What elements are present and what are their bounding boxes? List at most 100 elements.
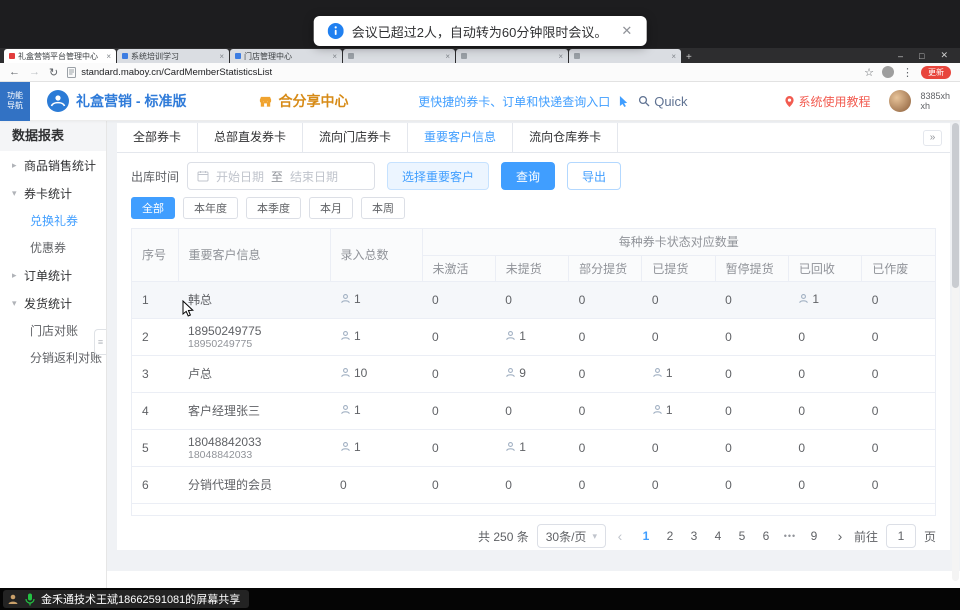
cell-status-voided: 0 xyxy=(862,503,935,516)
tab-warehouse-flow-cards[interactable]: 流向仓库券卡 xyxy=(513,123,618,152)
tab-important-customers[interactable]: 重要客户信息 xyxy=(408,123,513,152)
tab-close-icon[interactable]: × xyxy=(558,52,563,61)
scrollbar-thumb[interactable] xyxy=(952,123,959,288)
sidebar-item-exchange-coupon[interactable]: 兑换礼券 xyxy=(0,207,106,234)
status-count-link[interactable]: 1 xyxy=(652,366,673,380)
pager-page[interactable]: 4 xyxy=(708,529,728,543)
tab-close-icon[interactable]: × xyxy=(106,52,111,61)
window-minimize-button[interactable]: – xyxy=(898,51,903,61)
tab-close-icon[interactable]: × xyxy=(219,52,224,61)
browser-profile-avatar[interactable] xyxy=(882,66,894,78)
pager-page[interactable]: 2 xyxy=(660,529,680,543)
sidebar-item-store-reconciliation[interactable]: 门店对账 xyxy=(0,317,106,344)
header-right: 更快捷的券卡、订单和快递查询入口 Quick 系统使用教程 8385xh xh xyxy=(418,90,960,112)
refresh-icon[interactable]: ↻ xyxy=(49,66,58,79)
browser-update-button[interactable]: 更新 xyxy=(921,66,951,79)
export-button[interactable]: 导出 xyxy=(567,162,621,190)
tutorial-link[interactable]: 系统使用教程 xyxy=(784,93,870,110)
sidebar-item-shipping-stats[interactable]: ▾ 发货统计 xyxy=(0,289,106,317)
quick-filter-all[interactable]: 全部 xyxy=(131,197,175,219)
sidebar-item-card-stats[interactable]: ▾ 券卡统计 xyxy=(0,179,106,207)
prev-page-button[interactable]: ‹ xyxy=(614,528,626,544)
page-size-select[interactable]: 30条/页 ▾ xyxy=(537,524,606,548)
user-name[interactable]: 8385xh xh xyxy=(920,91,950,111)
cell-status-recycled: 1 xyxy=(788,281,861,318)
content-tabs: 全部券卡 总部直发券卡 流向门店券卡 重要客户信息 流向仓库券卡 » xyxy=(117,123,950,153)
status-count-link[interactable]: 1 xyxy=(652,514,673,516)
tab-all-cards[interactable]: 全部券卡 xyxy=(117,123,198,152)
screen-share-text: 金禾通技术王斌18662591081的屏幕共享 xyxy=(41,591,240,607)
collapse-panel-icon[interactable]: » xyxy=(923,130,942,146)
search-button[interactable]: 查询 xyxy=(501,162,555,190)
browser-tab[interactable]: × xyxy=(343,49,455,63)
quick-entry-link[interactable]: 更快捷的券卡、订单和快递查询入口 xyxy=(418,93,610,110)
date-range-input[interactable]: 开始日期 至 结束日期 xyxy=(187,162,375,190)
status-count-link[interactable]: 1 xyxy=(340,403,361,417)
window-close-button[interactable]: ✕ xyxy=(940,50,948,61)
function-nav-toggle[interactable]: 功能 导航 xyxy=(0,82,30,121)
app-title: 礼盒营销 - 标准版 xyxy=(76,91,186,111)
sidebar-item-product-sales-stats[interactable]: ▸ 商品销售统计 xyxy=(0,151,106,179)
status-count-link[interactable]: 1 xyxy=(505,329,526,343)
sidebar-item-distribution-rebate[interactable]: 分销返利对账 xyxy=(0,344,106,371)
sidebar-item-order-stats[interactable]: ▸ 订单统计 xyxy=(0,261,106,289)
cell-index: 3 xyxy=(132,355,178,392)
share-center-link[interactable]: 合分享中心 xyxy=(258,91,348,111)
cell-customer: 客户经理张三 xyxy=(178,392,330,429)
forward-icon[interactable]: → xyxy=(29,66,40,78)
vertical-scrollbar[interactable] xyxy=(952,123,959,581)
browser-tab[interactable]: 礼盒营销平台管理中心 × xyxy=(4,49,116,63)
back-icon[interactable]: ← xyxy=(9,66,20,78)
cell-status-not-picked: 18 xyxy=(495,503,568,516)
status-count-link[interactable]: 9 xyxy=(505,366,526,380)
status-count-link[interactable]: 1 xyxy=(340,440,361,454)
cell-status-inactive: 0 xyxy=(422,355,495,392)
toast-close-icon[interactable]: ✕ xyxy=(621,23,632,39)
select-customer-button[interactable]: 选择重要客户 xyxy=(387,162,489,190)
status-count-link[interactable]: 1 xyxy=(340,329,361,343)
goto-label: 前往 xyxy=(854,528,878,545)
quick-filter-year[interactable]: 本年度 xyxy=(183,197,238,219)
tab-close-icon[interactable]: × xyxy=(332,52,337,61)
pager-ellipsis[interactable]: ••• xyxy=(780,531,800,541)
tab-close-icon[interactable]: × xyxy=(671,52,676,61)
browser-tab[interactable]: × xyxy=(569,49,681,63)
quick-filter-quarter[interactable]: 本季度 xyxy=(246,197,301,219)
address-url[interactable]: standard.maboy.cn/CardMemberStatisticsLi… xyxy=(67,67,855,78)
status-count-link[interactable]: 1 xyxy=(652,403,673,417)
pager-page[interactable]: 3 xyxy=(684,529,704,543)
quick-search[interactable]: Quick xyxy=(638,94,687,109)
status-count-link[interactable]: 1 xyxy=(505,440,526,454)
pager-page[interactable]: 1 xyxy=(636,529,656,543)
tab-hq-direct-cards[interactable]: 总部直发券卡 xyxy=(198,123,303,152)
tab-close-icon[interactable]: × xyxy=(445,52,450,61)
user-avatar[interactable] xyxy=(889,90,911,112)
app-header: 功能 导航 礼盒营销 - 标准版 合分享中心 更快捷的券卡、订单和快递查询入口 … xyxy=(0,82,960,121)
cell-status-partial-picked: 0 xyxy=(569,429,642,466)
status-count-link[interactable]: 18 xyxy=(505,514,532,516)
sidebar-collapse-handle[interactable]: ≡ xyxy=(94,329,106,355)
new-tab-button[interactable]: + xyxy=(686,52,692,63)
quick-filter-week[interactable]: 本周 xyxy=(361,197,405,219)
browser-menu-icon[interactable]: ⋮ xyxy=(902,66,913,79)
browser-tab[interactable]: × xyxy=(456,49,568,63)
status-count-link[interactable]: 1 xyxy=(340,292,361,306)
sidebar-item-discount-coupon[interactable]: 优惠券 xyxy=(0,234,106,261)
col-header-partial-picked: 部分提货 xyxy=(569,255,642,281)
browser-tab[interactable]: 系统培训学习 × xyxy=(117,49,229,63)
tab-store-flow-cards[interactable]: 流向门店券卡 xyxy=(303,123,408,152)
next-page-button[interactable]: › xyxy=(834,528,846,544)
card-count-icon xyxy=(340,404,351,415)
goto-page-input[interactable] xyxy=(886,524,916,548)
bookmark-icon[interactable]: ☆ xyxy=(864,66,874,79)
pager-page[interactable]: 6 xyxy=(756,529,776,543)
window-maximize-button[interactable]: □ xyxy=(919,51,924,61)
pager-page[interactable]: 9 xyxy=(804,529,824,543)
quick-filter-month[interactable]: 本月 xyxy=(309,197,353,219)
status-count-link[interactable]: 10 xyxy=(340,366,367,380)
status-count-link[interactable]: 20 xyxy=(340,514,367,516)
cell-total: 1 xyxy=(330,281,422,318)
status-count-link[interactable]: 1 xyxy=(798,292,819,306)
pager-page[interactable]: 5 xyxy=(732,529,752,543)
browser-tab[interactable]: 门店管理中心 × xyxy=(230,49,342,63)
